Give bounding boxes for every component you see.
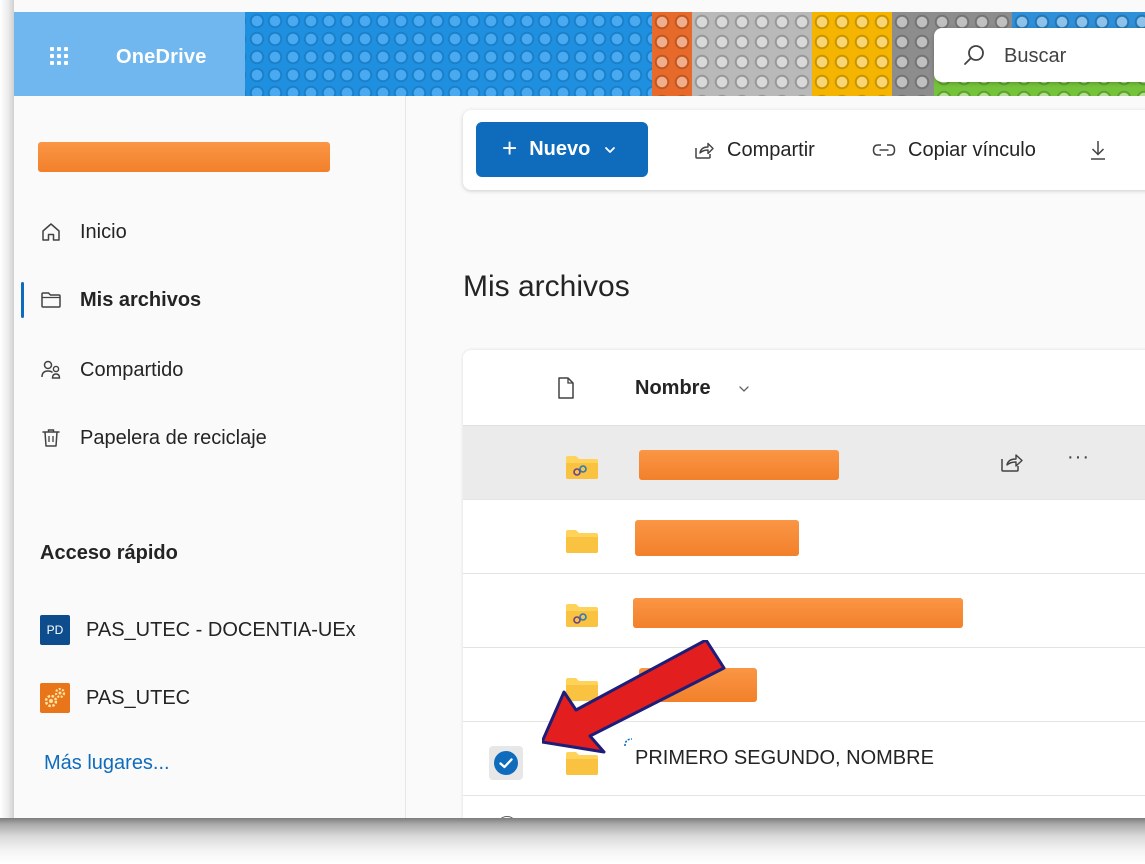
trash-icon <box>42 429 60 447</box>
quick-access-label: PAS_UTEC - DOCENTIA-UEx <box>86 618 356 641</box>
quick-access-item-pas-utec[interactable]: PAS_UTEC <box>40 678 190 718</box>
more-places-link[interactable]: Más lugares... <box>44 752 170 775</box>
sidebar-item-label: Compartido <box>80 358 184 381</box>
header-decoration <box>692 12 812 96</box>
plus-icon: + <box>502 132 518 163</box>
sidebar-item-compartido[interactable]: Compartido <box>40 350 183 390</box>
sidebar-item-inicio[interactable]: Inicio <box>40 212 127 252</box>
search-icon <box>964 45 984 65</box>
new-button[interactable]: + Nuevo <box>476 122 648 177</box>
home-icon <box>42 223 60 241</box>
folder-icon <box>566 530 598 553</box>
new-button-label: Nuevo <box>529 138 591 160</box>
share-label: Compartir <box>727 138 815 161</box>
command-bar: + Nuevo Compartir Copiar vínculo <box>463 110 1145 190</box>
redacted-file-name <box>639 450 839 480</box>
name-column-header[interactable]: Nombre <box>635 377 711 400</box>
share-button[interactable]: Compartir <box>693 134 815 166</box>
shared-folder-icon <box>566 456 598 479</box>
sidebar-item-label: Inicio <box>80 220 127 243</box>
sidebar: Inicio Mis archivos Compartido Papelera … <box>14 96 406 822</box>
sidebar-item-label: Mis archivos <box>80 288 202 311</box>
quick-access-item-docentia[interactable]: PD PAS_UTEC - DOCENTIA-UEx <box>40 610 356 650</box>
copy-link-button[interactable]: Copiar vínculo <box>872 134 1036 166</box>
row-checkbox[interactable] <box>489 746 523 780</box>
more-actions-button[interactable]: ··· <box>1067 446 1090 469</box>
link-icon <box>872 144 896 156</box>
onedrive-window: OneDrive Buscar Inicio Mis archivos Comp… <box>14 0 1145 822</box>
list-item[interactable]: ··· <box>463 426 1145 500</box>
share-icon <box>695 142 714 159</box>
app-launcher-icon[interactable] <box>50 47 68 65</box>
chevron-down-icon[interactable] <box>738 383 750 395</box>
sidebar-item-label: Papelera de reciclaje <box>80 426 267 449</box>
file-type-icon <box>558 377 574 399</box>
shared-folder-icon <box>566 604 598 627</box>
brand-panel: OneDrive <box>14 12 245 96</box>
people-icon <box>41 360 61 379</box>
redacted-account-name <box>38 142 330 172</box>
search-box[interactable]: Buscar <box>934 28 1145 82</box>
search-input[interactable]: Buscar <box>1004 45 1066 68</box>
list-item[interactable] <box>463 500 1145 574</box>
download-button[interactable] <box>1088 134 1120 166</box>
checkmark-icon <box>494 751 518 775</box>
top-bar: OneDrive Buscar <box>14 12 1145 96</box>
gears-icon <box>40 683 70 713</box>
sidebar-item-mis-archivos[interactable]: Mis archivos <box>40 280 201 320</box>
list-header: Nombre <box>463 350 1145 426</box>
redacted-file-name <box>635 520 799 556</box>
page-title: Mis archivos <box>463 270 630 303</box>
sidebar-item-papelera[interactable]: Papelera de reciclaje <box>40 418 267 458</box>
header-decoration <box>812 12 892 96</box>
folder-icon <box>41 292 61 308</box>
header-decoration <box>652 12 692 96</box>
list-item[interactable] <box>463 574 1145 648</box>
site-badge: PD <box>40 615 70 645</box>
screenshot-left-shadow <box>0 0 14 822</box>
quick-access-label: PAS_UTEC <box>86 686 191 709</box>
redacted-file-name <box>633 598 963 628</box>
copy-link-label: Copiar vínculo <box>908 138 1036 161</box>
red-arrow-annotation <box>542 640 726 754</box>
share-icon[interactable] <box>999 450 1025 474</box>
screenshot-bottom-shadow <box>0 818 1145 864</box>
quick-access-title: Acceso rápido <box>40 542 178 564</box>
app-name[interactable]: OneDrive <box>116 46 207 69</box>
active-indicator <box>21 282 24 318</box>
download-icon <box>1091 141 1105 160</box>
chevron-down-icon <box>605 146 616 153</box>
